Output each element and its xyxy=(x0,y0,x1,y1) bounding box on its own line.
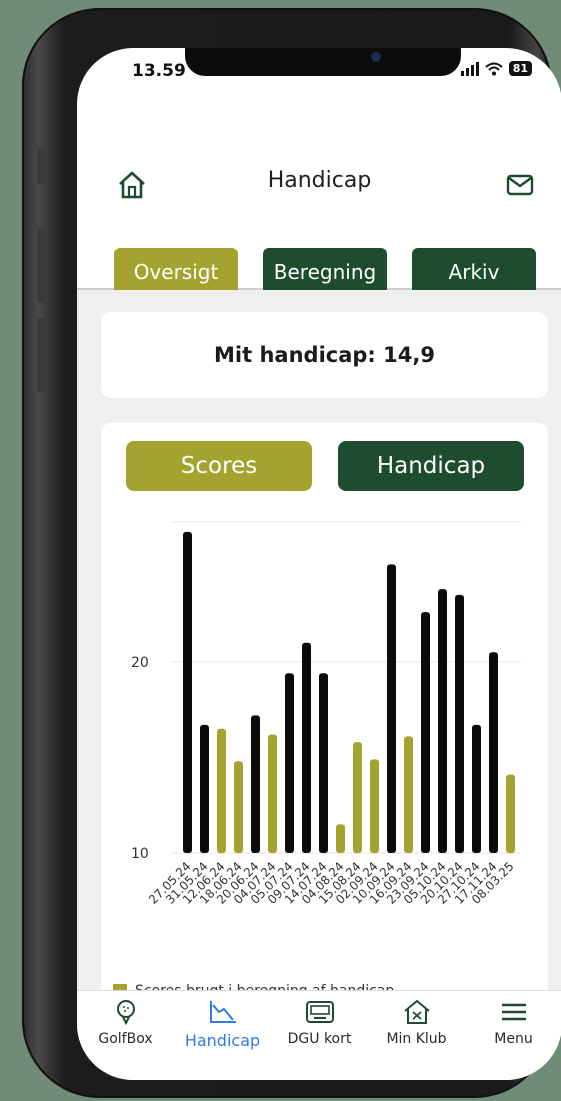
mute-switch xyxy=(37,148,45,184)
score-bar[interactable] xyxy=(370,759,379,853)
wifi-icon xyxy=(485,62,503,75)
handicap-value: Mit handicap: 14,9 xyxy=(214,343,435,367)
score-bar[interactable] xyxy=(183,531,192,853)
score-bar[interactable] xyxy=(336,824,345,853)
tab-oversigt[interactable]: Oversigt xyxy=(114,248,238,296)
tab-label: Arkiv xyxy=(448,260,500,284)
nav-min-klub[interactable]: Min Klub xyxy=(368,991,465,1080)
bottom-nav: GolfBox Handicap DGU kort Min Klub Menu xyxy=(77,990,561,1080)
handicap-card: Mit handicap: 14,9 xyxy=(101,312,548,398)
card-icon xyxy=(305,1001,334,1023)
y-tick-label: 10 xyxy=(131,846,149,862)
nav-golfbox[interactable]: GolfBox xyxy=(77,991,174,1080)
nav-label: DGU kort xyxy=(287,1031,352,1047)
status-time: 13.59 xyxy=(132,61,186,81)
score-bar[interactable] xyxy=(455,594,464,853)
handicap-toggle-button[interactable]: Handicap xyxy=(338,441,524,491)
tab-label: Oversigt xyxy=(133,260,219,284)
score-bar[interactable] xyxy=(506,774,515,853)
nav-menu[interactable]: Menu xyxy=(465,991,561,1080)
nav-handicap[interactable]: Handicap xyxy=(174,991,271,1080)
app-header: Handicap Oversigt Beregning Arkiv xyxy=(77,108,561,296)
chart-card: Scores Handicap 10 20 27.05.24 31.05.24 12.0… xyxy=(101,423,548,1003)
score-bar[interactable] xyxy=(489,652,498,853)
screen: 13.59 81 Handicap Oversigt Beregning Ark… xyxy=(77,48,561,1080)
content-area: Mit handicap: 14,9 Scores Handicap 10 20 2… xyxy=(77,290,561,1003)
battery-icon: 81 xyxy=(508,61,532,76)
score-bar[interactable] xyxy=(251,715,260,853)
score-bar[interactable] xyxy=(302,642,311,853)
score-bar-chart: 102027.05.2431.05.2412.06.2418.06.2420.0… xyxy=(131,521,521,907)
tab-label: Beregning xyxy=(273,260,377,284)
page-title: Handicap xyxy=(267,168,372,193)
nav-label: Handicap xyxy=(184,1031,261,1050)
score-bar[interactable] xyxy=(404,736,413,853)
score-bar[interactable] xyxy=(438,589,447,853)
nav-label: Menu xyxy=(494,1031,533,1047)
signal-icon xyxy=(460,61,479,76)
score-bar[interactable] xyxy=(268,734,277,853)
tab-arkiv[interactable]: Arkiv xyxy=(412,248,536,296)
nav-label: GolfBox xyxy=(98,1031,153,1047)
y-tick-label: 20 xyxy=(131,655,149,671)
score-bar[interactable] xyxy=(285,673,294,853)
score-bar[interactable] xyxy=(200,724,209,853)
scores-toggle-button[interactable]: Scores xyxy=(126,441,312,491)
volume-down-button xyxy=(37,318,45,392)
score-bar[interactable] xyxy=(421,612,430,853)
club-home-icon xyxy=(403,999,430,1024)
score-bar[interactable] xyxy=(234,761,243,853)
phone-frame: 13.59 81 Handicap Oversigt Beregning Ark… xyxy=(22,8,561,1098)
score-bar[interactable] xyxy=(472,724,481,853)
nav-dgu-kort[interactable]: DGU kort xyxy=(271,991,368,1080)
score-bar[interactable] xyxy=(319,673,328,853)
volume-up-button xyxy=(37,228,45,302)
nav-label: Min Klub xyxy=(386,1031,447,1047)
score-bar[interactable] xyxy=(353,742,362,853)
score-bar[interactable] xyxy=(217,728,226,853)
status-icons: 81 xyxy=(460,61,532,76)
tab-beregning[interactable]: Beregning xyxy=(263,248,387,296)
mail-icon[interactable] xyxy=(506,174,534,196)
chart-line-icon xyxy=(209,1001,236,1023)
scores-toggle-label: Scores xyxy=(180,453,258,479)
camera xyxy=(371,52,381,62)
score-bar[interactable] xyxy=(387,564,396,853)
hamburger-icon xyxy=(501,1003,526,1021)
golfball-icon xyxy=(116,1000,135,1025)
handicap-toggle-label: Handicap xyxy=(376,453,486,479)
notch xyxy=(185,48,461,76)
